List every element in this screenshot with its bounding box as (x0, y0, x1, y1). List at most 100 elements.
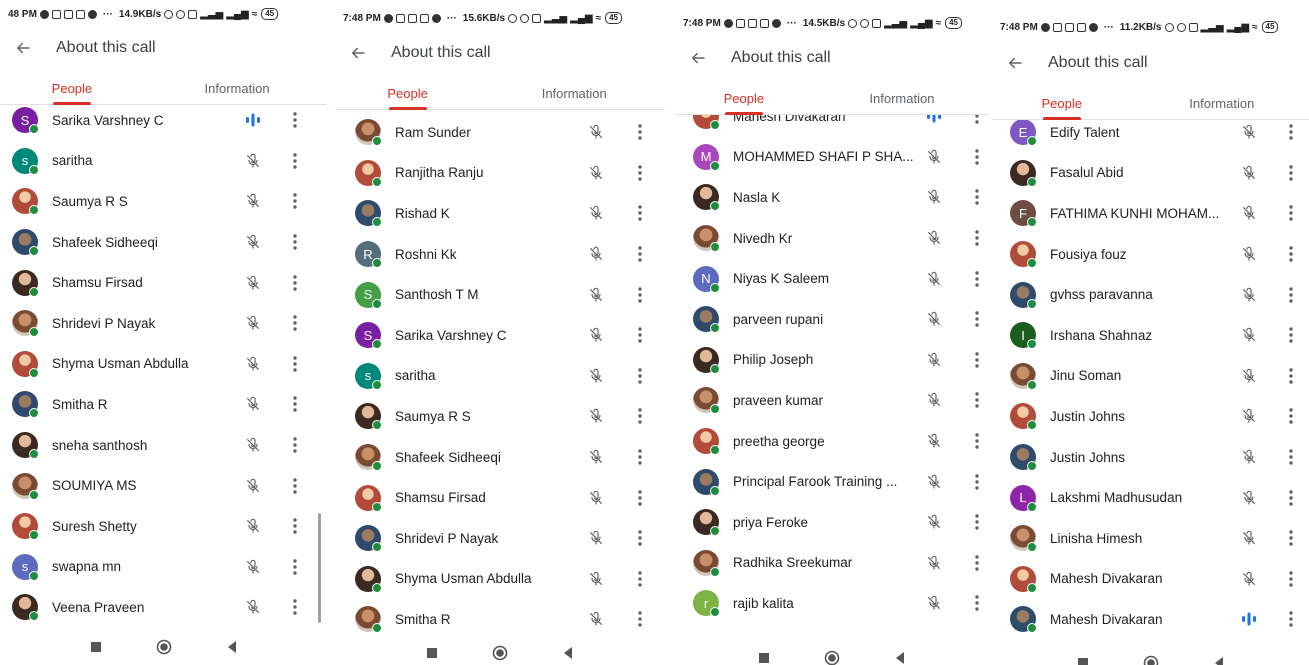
participant-row[interactable]: Justin Johns (992, 437, 1309, 478)
recents-button[interactable] (1075, 655, 1091, 665)
back-button[interactable] (892, 650, 908, 665)
more-options-icon[interactable] (290, 110, 300, 130)
participant-row[interactable]: preetha george (675, 421, 988, 462)
home-button[interactable] (1143, 655, 1159, 665)
back-arrow-icon[interactable] (347, 42, 369, 64)
recents-button[interactable] (88, 639, 104, 655)
more-options-icon[interactable] (290, 273, 300, 293)
more-options-icon[interactable] (635, 447, 645, 467)
scrollbar[interactable] (318, 513, 321, 623)
more-options-icon[interactable] (1286, 406, 1296, 426)
more-options-icon[interactable] (1286, 122, 1296, 142)
back-button[interactable] (224, 639, 240, 655)
home-button[interactable] (156, 639, 172, 655)
more-options-icon[interactable] (1286, 244, 1296, 264)
participant-row[interactable]: F FATHIMA KUNHI MOHAM... (992, 193, 1309, 234)
more-options-icon[interactable] (972, 115, 982, 126)
participant-row[interactable]: gvhss paravanna (992, 274, 1309, 315)
more-options-icon[interactable] (972, 309, 982, 329)
more-options-icon[interactable] (972, 228, 982, 248)
participant-row[interactable]: Smitha R (335, 599, 665, 636)
participant-row[interactable]: s saritha (335, 356, 665, 397)
more-options-icon[interactable] (635, 406, 645, 426)
more-options-icon[interactable] (290, 191, 300, 211)
participant-row[interactable]: Suresh Shetty (0, 506, 327, 547)
participant-row[interactable]: Smitha R (0, 384, 327, 425)
more-options-icon[interactable] (972, 269, 982, 289)
participant-row[interactable]: Ram Sunder (335, 112, 665, 153)
more-options-icon[interactable] (635, 609, 645, 629)
more-options-icon[interactable] (972, 512, 982, 532)
participant-row[interactable]: Ranjitha Ranju (335, 153, 665, 194)
more-options-icon[interactable] (1286, 609, 1296, 629)
more-options-icon[interactable] (972, 390, 982, 410)
participant-row[interactable]: Mahesh Divakaran (992, 559, 1309, 600)
home-button[interactable] (492, 645, 508, 661)
more-options-icon[interactable] (635, 244, 645, 264)
participant-row[interactable]: N Niyas K Saleem (675, 258, 988, 299)
tab-information[interactable]: Information (517, 77, 633, 109)
more-options-icon[interactable] (1286, 366, 1296, 386)
participant-row[interactable]: Principal Farook Training ... (675, 461, 988, 502)
home-button[interactable] (824, 650, 840, 665)
participant-row[interactable]: Shafeek Sidheeqi (0, 222, 327, 263)
participant-row[interactable]: Saumya R S (335, 396, 665, 437)
participant-row[interactable]: Nasla K (675, 177, 988, 218)
more-options-icon[interactable] (635, 325, 645, 345)
participant-row[interactable]: Fasalul Abid (992, 153, 1309, 194)
more-options-icon[interactable] (1286, 569, 1296, 589)
more-options-icon[interactable] (635, 122, 645, 142)
participant-row[interactable]: Mahesh Divakaran (675, 115, 988, 137)
participant-row[interactable]: Radhika Sreekumar (675, 543, 988, 584)
more-options-icon[interactable] (1286, 447, 1296, 467)
more-options-icon[interactable] (1286, 163, 1296, 183)
back-arrow-icon[interactable] (12, 37, 34, 59)
tab-people[interactable]: People (1014, 87, 1109, 120)
recents-button[interactable] (756, 650, 772, 665)
more-options-icon[interactable] (290, 516, 300, 536)
more-options-icon[interactable] (290, 435, 300, 455)
participant-row[interactable]: Jinu Soman (992, 356, 1309, 397)
more-options-icon[interactable] (290, 394, 300, 414)
participant-row[interactable]: praveen kumar (675, 380, 988, 421)
participant-row[interactable]: Veena Praveen (0, 587, 327, 628)
participant-row[interactable]: S Sarika Varshney C (335, 315, 665, 356)
participant-row[interactable]: Shyma Usman Abdulla (0, 344, 327, 385)
participant-row[interactable]: Shridevi P Nayak (0, 303, 327, 344)
recents-button[interactable] (424, 645, 440, 661)
participant-row[interactable]: Shyma Usman Abdulla (335, 559, 665, 600)
more-options-icon[interactable] (290, 557, 300, 577)
participant-row[interactable]: Justin Johns (992, 396, 1309, 437)
participant-row[interactable]: Shafeek Sidheeqi (335, 437, 665, 478)
participant-row[interactable]: s swapna mn (0, 547, 327, 588)
more-options-icon[interactable] (635, 163, 645, 183)
more-options-icon[interactable] (972, 472, 982, 492)
more-options-icon[interactable] (635, 203, 645, 223)
participant-row[interactable]: Fousiya fouz (992, 234, 1309, 275)
participant-row[interactable]: s saritha (0, 141, 327, 182)
back-button[interactable] (560, 645, 576, 661)
participant-row[interactable]: Shridevi P Nayak (335, 518, 665, 559)
participant-row[interactable]: Rishad K (335, 193, 665, 234)
more-options-icon[interactable] (635, 569, 645, 589)
participant-row[interactable]: L Lakshmi Madhusudan (992, 477, 1309, 518)
participant-row[interactable]: sneha santhosh (0, 425, 327, 466)
more-options-icon[interactable] (1286, 528, 1296, 548)
participant-row[interactable]: E Edify Talent (992, 120, 1309, 153)
more-options-icon[interactable] (972, 431, 982, 451)
back-arrow-icon[interactable] (687, 47, 709, 69)
participant-row[interactable]: I Irshana Shahnaz (992, 315, 1309, 356)
tab-people[interactable]: People (358, 77, 457, 110)
participant-row[interactable]: Nivedh Kr (675, 218, 988, 259)
more-options-icon[interactable] (1286, 203, 1296, 223)
participant-row[interactable]: Shamsu Firsad (0, 262, 327, 303)
more-options-icon[interactable] (635, 366, 645, 386)
participant-row[interactable]: Philip Joseph (675, 340, 988, 381)
participant-row[interactable]: Saumya R S (0, 181, 327, 222)
participant-row[interactable]: SOUMIYA MS (0, 465, 327, 506)
more-options-icon[interactable] (290, 232, 300, 252)
participant-row[interactable]: Linisha Himesh (992, 518, 1309, 559)
tab-information[interactable]: Information (1166, 87, 1277, 119)
more-options-icon[interactable] (290, 354, 300, 374)
tab-people[interactable]: People (697, 82, 791, 115)
